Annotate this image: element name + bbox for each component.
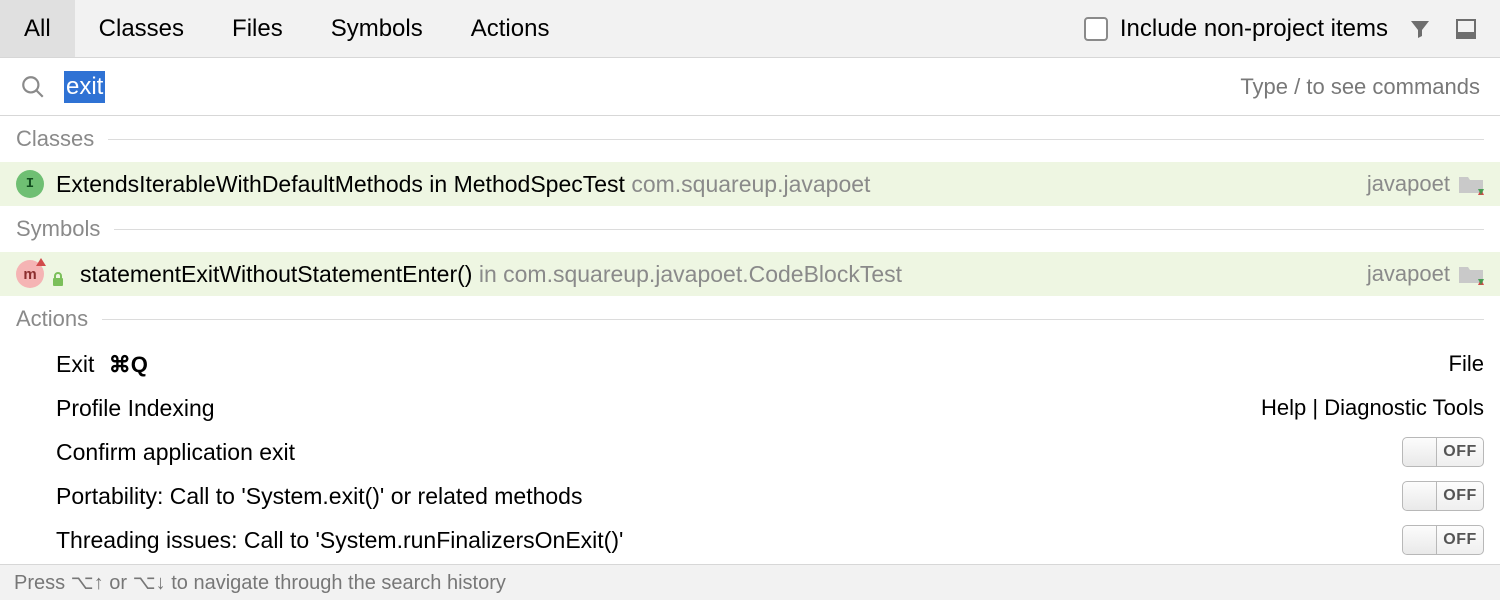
open-in-tool-window-icon[interactable]	[1452, 15, 1480, 43]
row-right: Help | Diagnostic Tools	[1261, 395, 1484, 421]
row-icons: I	[16, 170, 56, 198]
result-row-action[interactable]: Portability: Call to 'System.exit()' or …	[0, 474, 1500, 518]
module-name: javapoet	[1367, 261, 1450, 287]
divider	[102, 319, 1484, 320]
search-input[interactable]: exit	[64, 71, 1240, 103]
row-main: Exit ⌘Q	[56, 351, 1449, 378]
tab-bar-right: Include non-project items	[1084, 0, 1500, 57]
section-title: Symbols	[16, 216, 100, 242]
divider	[108, 139, 1484, 140]
action-name: Threading issues: Call to 'System.runFin…	[56, 527, 623, 553]
action-toggle[interactable]: OFF	[1402, 525, 1484, 555]
result-row-class[interactable]: I ExtendsIterableWithDefaultMethods in M…	[0, 162, 1500, 206]
search-row: exit Type / to see commands	[0, 58, 1500, 116]
class-container: MethodSpecTest	[454, 171, 625, 197]
row-main: Profile Indexing	[56, 395, 1261, 422]
section-header-symbols: Symbols	[0, 206, 1500, 252]
row-main: statementExitWithoutStatementEnter() in …	[80, 261, 1367, 288]
row-right: OFF	[1402, 525, 1484, 555]
class-icon: I	[16, 170, 44, 198]
row-right: File	[1449, 351, 1484, 377]
filter-icon[interactable]	[1406, 15, 1434, 43]
include-non-project-checkbox[interactable]: Include non-project items	[1084, 15, 1388, 43]
row-icons: m	[16, 260, 80, 288]
module-dir-icon	[1458, 173, 1484, 195]
search-icon	[20, 74, 46, 100]
tab-all[interactable]: All	[0, 0, 75, 57]
action-toggle[interactable]: OFF	[1402, 481, 1484, 511]
action-name: Portability: Call to 'System.exit()' or …	[56, 483, 582, 509]
search-hint: Type / to see commands	[1240, 74, 1480, 100]
tab-symbols[interactable]: Symbols	[307, 0, 447, 57]
result-row-action[interactable]: Profile Indexing Help | Diagnostic Tools	[0, 386, 1500, 430]
tab-files[interactable]: Files	[208, 0, 307, 57]
section-title: Classes	[16, 126, 94, 152]
tab-bar: All Classes Files Symbols Actions Includ…	[0, 0, 1500, 58]
row-main: ExtendsIterableWithDefaultMethods in Met…	[56, 171, 1367, 198]
symbol-name: statementExitWithoutStatementEnter()	[80, 261, 472, 287]
action-location: Help | Diagnostic Tools	[1261, 395, 1484, 421]
footer-text: Press ⌥↑ or ⌥↓ to navigate through the s…	[14, 570, 506, 595]
row-main: Portability: Call to 'System.exit()' or …	[56, 483, 1402, 510]
action-name: Confirm application exit	[56, 439, 295, 465]
checkbox-icon	[1084, 17, 1108, 41]
method-icon: m	[16, 260, 44, 288]
section-title: Actions	[16, 306, 88, 332]
sep-text: in	[423, 171, 454, 197]
module-name: javapoet	[1367, 171, 1450, 197]
result-row-action[interactable]: Confirm application exit OFF	[0, 430, 1500, 474]
include-label: Include non-project items	[1120, 15, 1388, 43]
search-tabs: All Classes Files Symbols Actions	[0, 0, 573, 57]
action-name: Exit	[56, 351, 94, 377]
action-name: Profile Indexing	[56, 395, 215, 421]
tab-actions[interactable]: Actions	[447, 0, 574, 57]
row-right: OFF	[1402, 481, 1484, 511]
module-dir-icon	[1458, 263, 1484, 285]
action-shortcut: ⌘Q	[109, 352, 148, 377]
row-right: OFF	[1402, 437, 1484, 467]
toggle-knob	[1403, 526, 1437, 554]
class-name: ExtendsIterableWithDefaultMethods	[56, 171, 423, 197]
toggle-label: OFF	[1437, 531, 1483, 549]
toggle-label: OFF	[1437, 443, 1483, 461]
section-header-classes: Classes	[0, 116, 1500, 162]
search-query-text: exit	[64, 71, 105, 103]
row-right: javapoet	[1367, 171, 1484, 197]
section-header-actions: Actions	[0, 296, 1500, 342]
result-row-symbol[interactable]: m statementExitWithoutStatementEnter() i…	[0, 252, 1500, 296]
tab-classes[interactable]: Classes	[75, 0, 208, 57]
toggle-knob	[1403, 482, 1437, 510]
lock-icon	[50, 266, 66, 282]
footer-hint: Press ⌥↑ or ⌥↓ to navigate through the s…	[0, 564, 1500, 600]
row-right: javapoet	[1367, 261, 1484, 287]
class-package: com.squareup.javapoet	[631, 171, 870, 197]
divider	[114, 229, 1484, 230]
result-row-action[interactable]: Exit ⌘Q File	[0, 342, 1500, 386]
result-row-action[interactable]: Threading issues: Call to 'System.runFin…	[0, 518, 1500, 562]
toggle-knob	[1403, 438, 1437, 466]
row-main: Confirm application exit	[56, 439, 1402, 466]
action-toggle[interactable]: OFF	[1402, 437, 1484, 467]
row-main: Threading issues: Call to 'System.runFin…	[56, 527, 1402, 554]
toggle-label: OFF	[1437, 487, 1483, 505]
action-location: File	[1449, 351, 1484, 377]
sep-text: in	[472, 261, 503, 287]
results-list: Classes I ExtendsIterableWithDefaultMeth…	[0, 116, 1500, 562]
symbol-container: com.squareup.javapoet.CodeBlockTest	[503, 261, 902, 287]
